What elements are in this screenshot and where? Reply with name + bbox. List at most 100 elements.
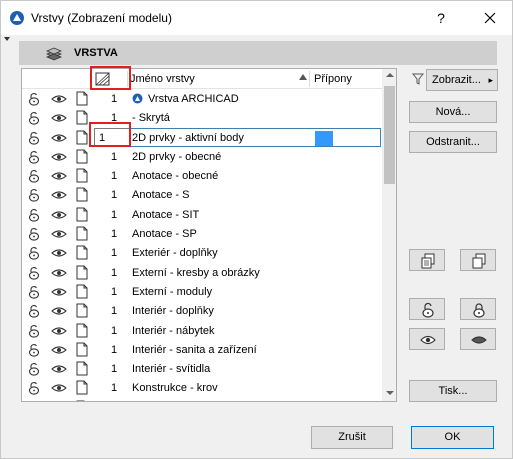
intersection-group-value[interactable]: 1 (111, 325, 117, 337)
visibility-toggle-icon[interactable] (51, 286, 67, 298)
lock-toggle-icon[interactable] (27, 208, 41, 222)
cancel-button[interactable]: Zrušit (311, 426, 393, 449)
layer-row[interactable]: 1 Interiér - sanita a zařízení (22, 340, 382, 359)
lock-toggle-icon[interactable] (27, 111, 41, 125)
intersection-group-value[interactable]: 1 (111, 189, 117, 201)
wireframe-toggle-icon[interactable] (75, 110, 89, 125)
visibility-toggle-icon[interactable] (51, 363, 67, 375)
visibility-toggle-icon[interactable] (51, 170, 67, 182)
visibility-toggle-icon[interactable] (51, 344, 67, 356)
visibility-toggle-icon[interactable] (51, 267, 67, 279)
lock-toggle-icon[interactable] (27, 188, 41, 203)
show-layers-button[interactable] (409, 328, 445, 350)
layer-name[interactable]: Konstrukce - krov (132, 382, 218, 394)
intersection-group-value[interactable]: 1 (111, 363, 117, 375)
lock-toggle-icon[interactable] (27, 227, 41, 241)
layer-row[interactable]: 1 2D prvky - aktivní body (22, 127, 382, 147)
print-button[interactable]: Tisk... (409, 380, 497, 402)
visibility-toggle-icon[interactable] (51, 151, 67, 163)
visibility-toggle-icon[interactable] (51, 382, 67, 394)
layer-row[interactable]: 1 Anotace - S (22, 185, 382, 204)
visibility-toggle-icon[interactable] (51, 228, 67, 240)
layer-name[interactable]: - Skrytá (132, 112, 170, 124)
intersection-group-value[interactable]: 1 (111, 151, 117, 163)
layer-name[interactable]: Interiér - nábytek (132, 325, 215, 337)
filter-icon[interactable] (412, 73, 424, 85)
close-button[interactable] (475, 7, 505, 29)
lock-toggle-icon[interactable] (27, 266, 41, 280)
wireframe-toggle-icon[interactable] (75, 207, 89, 222)
layer-name-field[interactable]: 2D prvky - aktivní body (129, 127, 381, 147)
collapse-arrow-icon[interactable] (4, 37, 10, 41)
intersection-group-value[interactable]: 1 (111, 344, 117, 356)
visibility-toggle-icon[interactable] (51, 112, 67, 124)
wireframe-toggle-icon[interactable] (75, 284, 89, 299)
layer-row[interactable]: 1- Skrytá (22, 108, 382, 127)
lock-toggle-icon[interactable] (27, 401, 41, 402)
new-button[interactable]: Nová... (409, 101, 497, 123)
layer-row[interactable]: 1 Interiér - doplňky (22, 301, 382, 320)
intersection-group-value[interactable]: 1 (111, 170, 117, 182)
wireframe-toggle-icon[interactable] (75, 187, 89, 202)
wireframe-toggle-icon[interactable] (75, 323, 89, 338)
layer-name[interactable]: Anotace - S (132, 189, 189, 201)
lock-toggle-icon[interactable] (27, 381, 41, 396)
layer-name[interactable]: Anotace - SP (132, 228, 197, 240)
lock-toggle-icon[interactable] (27, 169, 41, 183)
visibility-toggle-icon[interactable] (51, 93, 67, 105)
visibility-toggle-icon[interactable] (51, 305, 67, 317)
layer-name[interactable]: Anotace - SIT (132, 209, 199, 221)
intersection-group-value[interactable]: 1 (111, 93, 117, 105)
wireframe-toggle-icon[interactable] (75, 245, 89, 260)
wireframe-toggle-icon[interactable] (75, 303, 89, 318)
layer-name[interactable]: Externí - moduly (132, 286, 212, 298)
layer-name[interactable]: Externí - kresby a obrázky (132, 267, 260, 279)
list-scrollbar[interactable] (382, 69, 396, 401)
layer-row[interactable]: 1 Externí - moduly (22, 282, 382, 301)
intersection-group-value[interactable]: 1 (111, 209, 117, 221)
delete-button[interactable]: Odstranit... (409, 131, 497, 153)
wireframe-toggle-icon[interactable] (75, 91, 89, 106)
layer-name[interactable]: Interiér - sanita a zařízení (132, 344, 257, 356)
layer-row[interactable]: 1Konstrukce - morfy (22, 398, 382, 402)
intersection-group-value[interactable]: 1 (111, 247, 117, 259)
layer-name[interactable]: 2D prvky - obecné (132, 151, 221, 163)
extension-selection[interactable] (315, 130, 333, 146)
show-button[interactable]: Zobrazit... ▸ (426, 69, 498, 91)
wireframe-toggle-icon[interactable] (75, 168, 89, 183)
wireframe-toggle-icon[interactable] (75, 130, 89, 145)
wireframe-toggle-icon[interactable] (75, 400, 89, 401)
section-header[interactable]: VRSTVA (19, 41, 497, 65)
wireframe-toggle-icon[interactable] (75, 226, 89, 241)
layer-row[interactable]: 1 2D prvky - obecné (22, 147, 382, 166)
layer-name[interactable]: Anotace - obecné (132, 170, 218, 182)
intersection-group-value[interactable]: 1 (111, 228, 117, 240)
intersection-group-value[interactable]: 1 (111, 382, 117, 394)
hide-layers-button[interactable] (460, 328, 496, 350)
scroll-up-icon[interactable] (386, 73, 394, 77)
visibility-toggle-icon[interactable] (51, 189, 67, 201)
wireframe-toggle-icon[interactable] (75, 265, 89, 280)
ok-button[interactable]: OK (411, 426, 494, 449)
lock-toggle-icon[interactable] (27, 304, 41, 318)
layer-row[interactable]: 1 Konstrukce - krov (22, 378, 382, 397)
layer-row[interactable]: 1 Exteriér - doplňky (22, 243, 382, 262)
intersection-group-value[interactable]: 1 (111, 305, 117, 317)
lock-toggle-icon[interactable] (27, 246, 41, 261)
intersection-group-value[interactable]: 1 (111, 286, 117, 298)
header-extensions[interactable]: Přípony (314, 73, 352, 85)
visibility-toggle-icon[interactable] (51, 247, 67, 259)
layer-name[interactable]: Interiér - doplňky (132, 305, 214, 317)
layer-row[interactable]: 1 Anotace - SIT (22, 205, 382, 224)
lock-toggle-icon[interactable] (27, 285, 41, 299)
intersection-group-value[interactable]: 1 (111, 267, 117, 279)
lock-button[interactable] (460, 298, 496, 320)
wireframe-toggle-icon[interactable] (75, 380, 89, 395)
lock-toggle-icon[interactable] (27, 150, 41, 164)
layer-row[interactable]: 1 Anotace - SP (22, 224, 382, 243)
header-layer-name[interactable]: Jméno vrstvy (130, 73, 195, 85)
help-button[interactable]: ? (426, 7, 456, 29)
layer-name[interactable]: Vrstva ARCHICAD (148, 93, 239, 105)
visibility-toggle-icon[interactable] (51, 132, 67, 144)
wireframe-toggle-icon[interactable] (75, 361, 89, 376)
